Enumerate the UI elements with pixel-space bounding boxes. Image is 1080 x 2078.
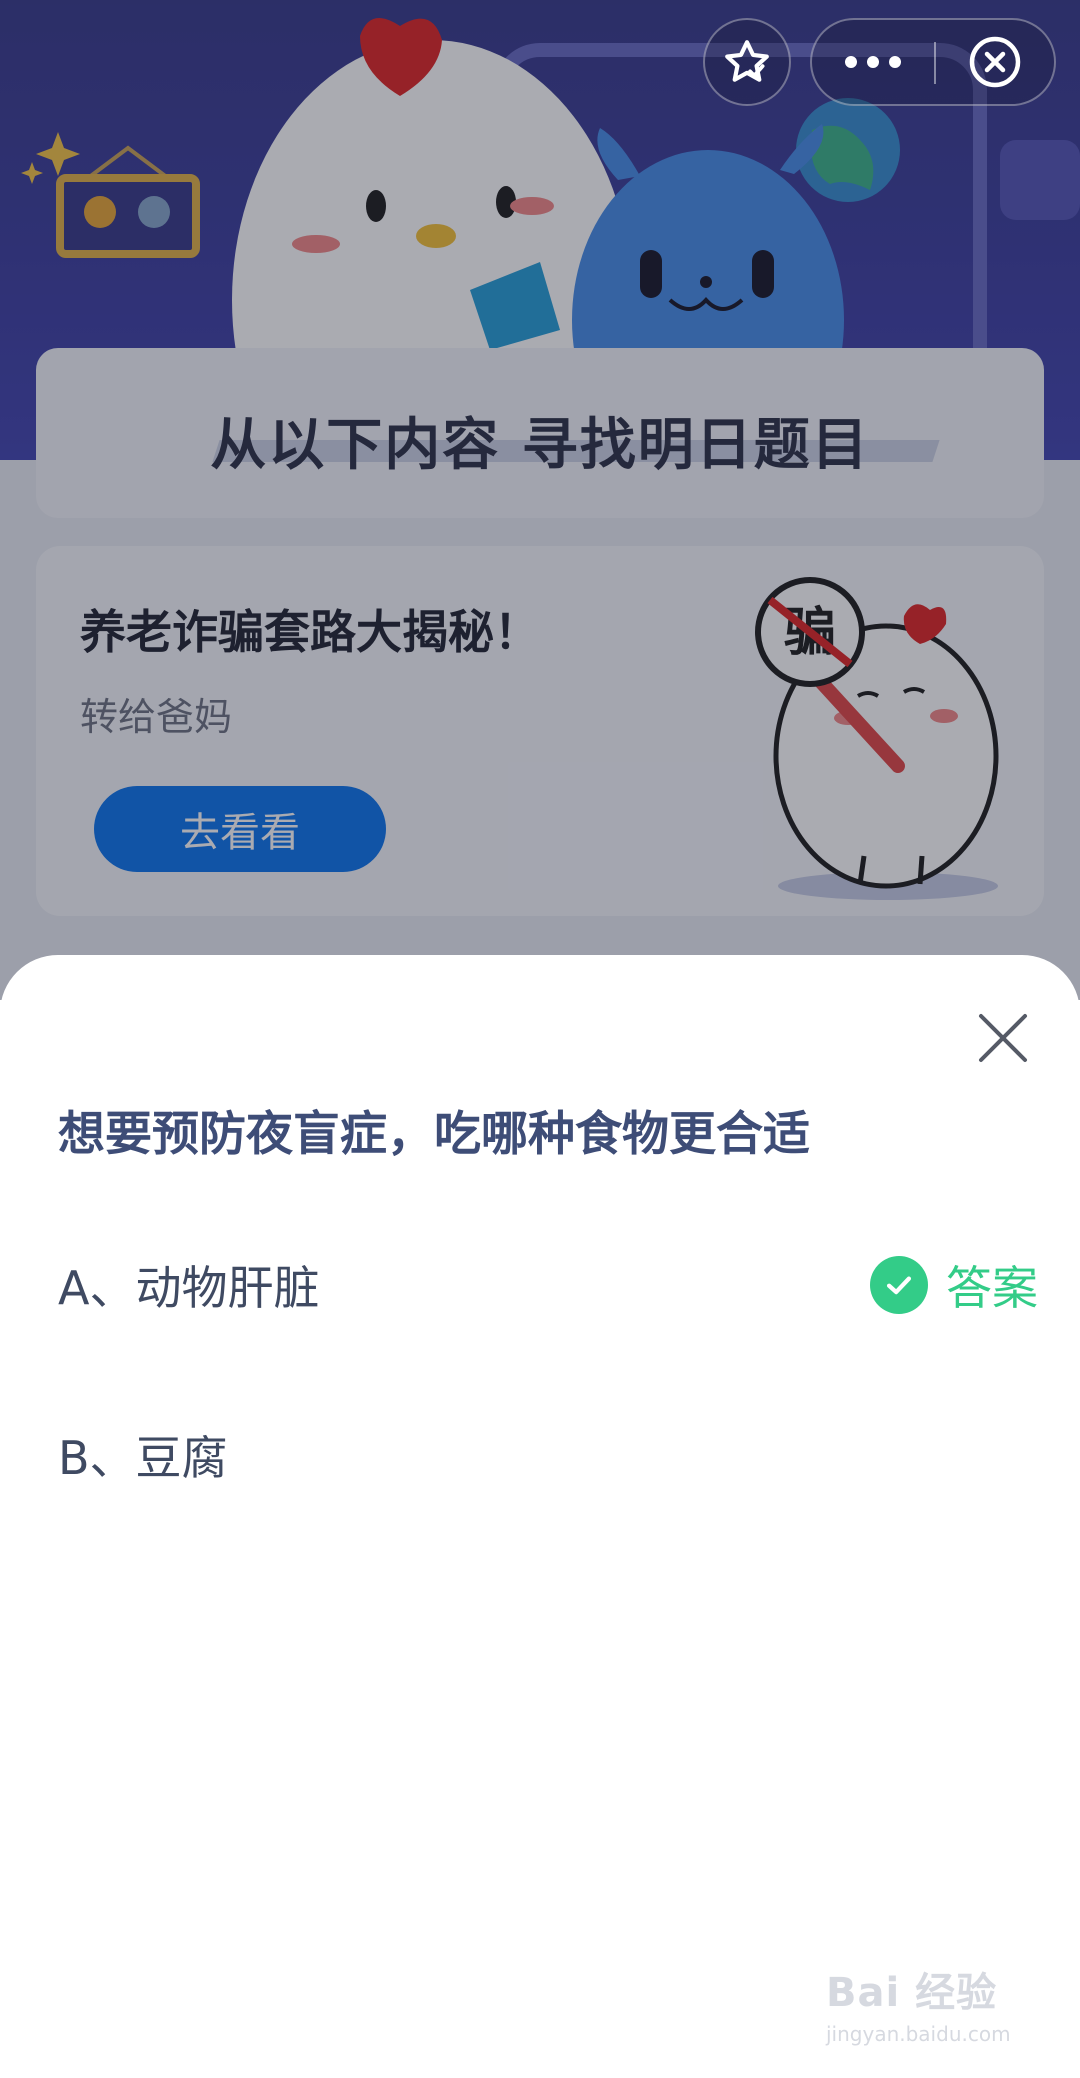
dim-overlay[interactable] [0,0,1080,1000]
check-icon [870,1256,928,1314]
more-icon [845,56,901,68]
favorite-button[interactable] [703,18,791,106]
answer-label: 答案 [946,1261,1038,1315]
quiz-bottom-sheet: 想要预防夜盲症，吃哪种食物更合适 A、动物肝脏 答案 B、豆腐 [0,955,1080,2078]
more-button[interactable] [812,20,934,104]
baidu-jingyan-watermark: Bai 经验 jingyan.baidu.com [826,1960,1066,2060]
option-a-label: A、动物肝脏 [58,1261,320,1315]
option-b-label: B、豆腐 [58,1431,228,1485]
sheet-close-button[interactable] [970,1005,1036,1071]
watermark-url: jingyan.baidu.com [826,2022,1011,2046]
mini-program-capsule [810,18,1056,106]
quiz-question: 想要预防夜盲症，吃哪种食物更合适 [58,1107,810,1162]
star-icon [725,40,769,82]
option-a[interactable]: A、动物肝脏 答案 [58,1245,1038,1325]
answer-indicator: 答案 [870,1245,1038,1325]
close-circle-icon [969,36,1021,88]
option-b[interactable]: B、豆腐 [58,1415,1038,1495]
watermark-main: Bai 经验 [826,1970,998,2016]
close-mini-program-button[interactable] [936,20,1054,104]
close-icon [979,1014,1027,1062]
